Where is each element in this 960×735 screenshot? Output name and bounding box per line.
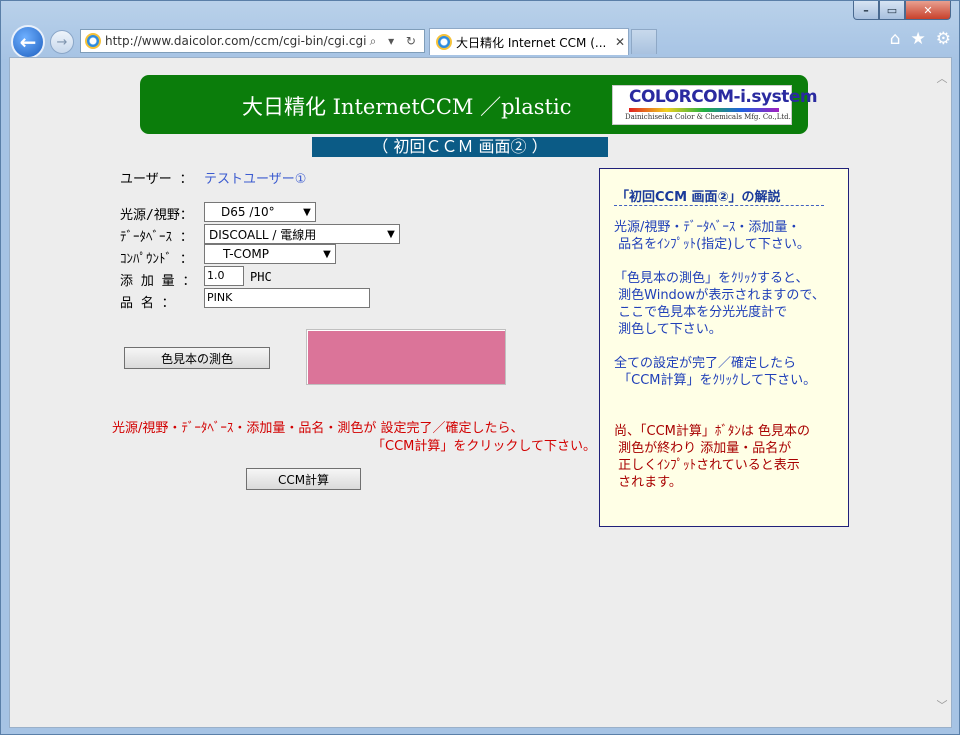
browser-toolbar: ← → http://www.daicolor.com/ccm/cgi-bin/… bbox=[1, 21, 960, 59]
address-url[interactable]: http://www.daicolor.com/ccm/cgi-bin/cgi.… bbox=[105, 34, 366, 48]
logo-text: COLORCOM-i.system bbox=[629, 87, 818, 107]
window-controls: – ▭ ✕ bbox=[853, 1, 951, 21]
scroll-up-icon[interactable]: ︿ bbox=[933, 70, 951, 88]
tab-title: 大日精化 Internet CCM (... bbox=[456, 35, 607, 50]
light-source-label: 光源/視野： bbox=[120, 208, 193, 223]
amount-label: 添 加 量 ： bbox=[120, 274, 196, 289]
tab-active[interactable]: 大日精化 Internet CCM (... ✕ bbox=[429, 28, 629, 55]
amount-input[interactable]: 1.0 bbox=[204, 266, 244, 286]
warning-line-2: 「CCM計算」をクリックして下さい。 bbox=[372, 439, 596, 454]
compound-label: ｺﾝﾊﾟｳﾝﾄﾞ ： bbox=[120, 252, 193, 267]
colorcom-logo: COLORCOM-i.system Dainichiseika Color & … bbox=[612, 85, 818, 125]
favorites-icon[interactable]: ★ bbox=[911, 29, 926, 49]
close-window-button[interactable]: ✕ bbox=[905, 1, 951, 20]
compound-select[interactable]: T-COMP ▼ bbox=[204, 244, 336, 264]
product-name-input[interactable]: PINK bbox=[204, 288, 370, 308]
maximize-button[interactable]: ▭ bbox=[879, 1, 905, 20]
help-paragraph-3: 全ての設定が完了／確定したら 「CCM計算」をｸﾘｯｸして下さい。 bbox=[614, 356, 817, 388]
browser-window: – ▭ ✕ ← → http://www.daicolor.com/ccm/cg… bbox=[0, 0, 960, 735]
database-select[interactable]: DISCOALL / 電線用 ▼ bbox=[204, 224, 400, 244]
new-tab-button[interactable] bbox=[631, 29, 657, 54]
address-bar[interactable]: http://www.daicolor.com/ccm/cgi-bin/cgi.… bbox=[80, 29, 425, 53]
ie-icon bbox=[85, 33, 101, 49]
tab-close-icon[interactable]: ✕ bbox=[612, 35, 628, 49]
help-title: 「初回CCM 画面②」の解説 bbox=[616, 190, 781, 205]
chevron-down-icon: ▼ bbox=[387, 228, 395, 240]
logo-subtext: Dainichiseika Color & Chemicals Mfg. Co.… bbox=[625, 113, 791, 121]
user-label: ユーザー ： bbox=[120, 172, 193, 187]
amount-unit: PHC bbox=[250, 270, 272, 284]
database-label: ﾃﾞｰﾀﾍﾞｰｽ ： bbox=[120, 230, 193, 245]
address-tools-icons[interactable]: ⌕ ▾ ↻ bbox=[366, 34, 424, 49]
back-button[interactable]: ← bbox=[11, 25, 45, 59]
home-icon[interactable]: ⌂ bbox=[890, 29, 901, 49]
tab-ie-icon bbox=[436, 34, 452, 50]
banner-title: 大日精化 InternetCCM ／plastic bbox=[242, 95, 572, 119]
header-banner: 大日精化 InternetCCM ／plastic COLORCOM-i.sys… bbox=[140, 75, 818, 134]
product-name-label: 品 名 ： bbox=[120, 296, 175, 311]
page-subtitle: （ 初回ＣＣＭ 画面② ） bbox=[312, 137, 608, 157]
color-swatch bbox=[306, 329, 506, 385]
help-paragraph-2: 「色見本の測色」をｸﾘｯｸすると、 測色Windowが表示されますので、 ここで… bbox=[614, 271, 825, 337]
page-content: ︿ ﹀ 大日精化 InternetCCM ／plastic COLORCOM-i… bbox=[9, 57, 952, 728]
ccm-calc-button[interactable]: CCM計算 bbox=[246, 468, 361, 490]
help-panel: 「初回CCM 画面②」の解説 光源/視野・ﾃﾞｰﾀﾍﾞｰｽ・添加量・ 品名をｲﾝ… bbox=[599, 168, 849, 527]
help-divider bbox=[614, 205, 824, 206]
toolbar-icons: ⌂ ★ ⚙ bbox=[890, 29, 951, 49]
chevron-down-icon: ▼ bbox=[303, 206, 311, 218]
help-paragraph-1: 光源/視野・ﾃﾞｰﾀﾍﾞｰｽ・添加量・ 品名をｲﾝﾌﾟｯﾄ(指定)して下さい。 bbox=[614, 220, 810, 252]
logo-stripe bbox=[629, 108, 779, 112]
help-paragraph-4: 尚、「CCM計算」ﾎﾞﾀﾝは 色見本の 測色が終わり 添加量・品名が 正しくｲﾝ… bbox=[614, 424, 811, 490]
gear-icon[interactable]: ⚙ bbox=[936, 29, 951, 49]
user-value: テストユーザー① bbox=[204, 172, 307, 187]
scroll-down-icon[interactable]: ﹀ bbox=[933, 697, 951, 715]
warning-line-1: 光源/視野・ﾃﾞｰﾀﾍﾞｰｽ・添加量・品名・測色が 設定完了／確定したら、 bbox=[112, 421, 524, 436]
light-source-select[interactable]: D65 /10° ▼ bbox=[204, 202, 316, 222]
measure-color-button[interactable]: 色見本の測色 bbox=[124, 347, 270, 369]
minimize-button[interactable]: – bbox=[853, 1, 879, 20]
vertical-scrollbar[interactable]: ︿ ﹀ bbox=[933, 58, 951, 727]
forward-button[interactable]: → bbox=[50, 30, 74, 54]
chevron-down-icon: ▼ bbox=[323, 248, 331, 260]
